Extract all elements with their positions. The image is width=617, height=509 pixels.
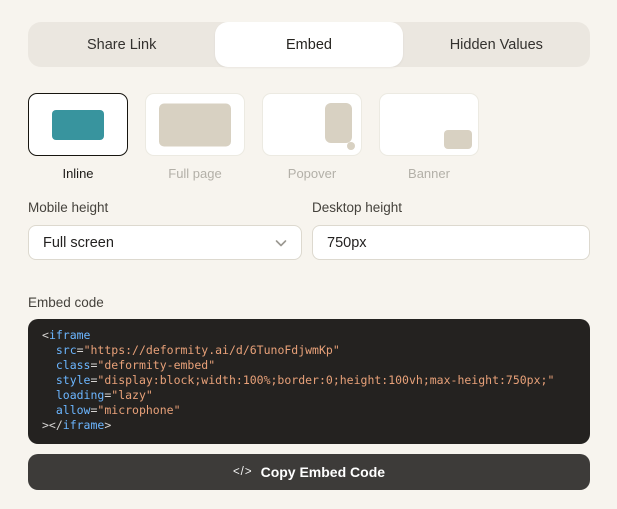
embed-code: <iframe src="https://deformity.ai/d/6Tun… [28, 319, 590, 444]
embed-type-label: Inline [62, 166, 94, 181]
banner-thumbnail-icon [444, 130, 472, 149]
mobile-height-select[interactable]: Full screen [28, 225, 302, 260]
embed-type-fullpage[interactable]: Full page [145, 93, 245, 181]
embed-type-popover[interactable]: Popover [262, 93, 362, 181]
popover-dot-icon [347, 142, 355, 150]
copy-embed-code-button[interactable]: </> Copy Embed Code [28, 454, 590, 490]
inline-thumbnail-icon [52, 109, 104, 140]
mobile-height-label: Mobile height [28, 200, 109, 215]
popover-card [262, 93, 362, 156]
tab-share-link[interactable]: Share Link [28, 22, 215, 67]
chevron-down-icon [275, 239, 287, 246]
inline-card [28, 93, 128, 156]
height-fields: Mobile height Full screen Desktop height [28, 200, 590, 260]
tab-embed[interactable]: Embed [215, 22, 403, 67]
desktop-height-label: Desktop height [312, 200, 403, 215]
embed-code-section: Embed code <iframe src="https://deformit… [28, 295, 590, 444]
embed-code-label: Embed code [28, 295, 104, 310]
popover-thumbnail-icon [325, 103, 352, 143]
desktop-height-input[interactable] [312, 225, 590, 260]
embed-type-options: Inline Full page Popover Banner [28, 93, 479, 181]
tab-hidden-values[interactable]: Hidden Values [403, 22, 590, 67]
copy-button-label: Copy Embed Code [260, 464, 386, 480]
fullpage-thumbnail-icon [159, 103, 231, 146]
embed-type-label: Popover [287, 166, 337, 181]
embed-type-label: Banner [408, 166, 450, 181]
embed-type-banner[interactable]: Banner [379, 93, 479, 181]
mobile-height-field: Mobile height Full screen [28, 200, 302, 260]
embed-type-inline[interactable]: Inline [28, 93, 128, 181]
embed-type-label: Full page [168, 166, 222, 181]
banner-card [379, 93, 479, 156]
tab-bar: Share Link Embed Hidden Values [28, 22, 590, 67]
fullpage-card [145, 93, 245, 156]
embed-panel: Share Link Embed Hidden Values Inline Fu… [0, 0, 617, 509]
desktop-height-field: Desktop height [312, 200, 590, 260]
code-icon: </> [232, 466, 253, 478]
mobile-height-value: Full screen [43, 234, 114, 251]
